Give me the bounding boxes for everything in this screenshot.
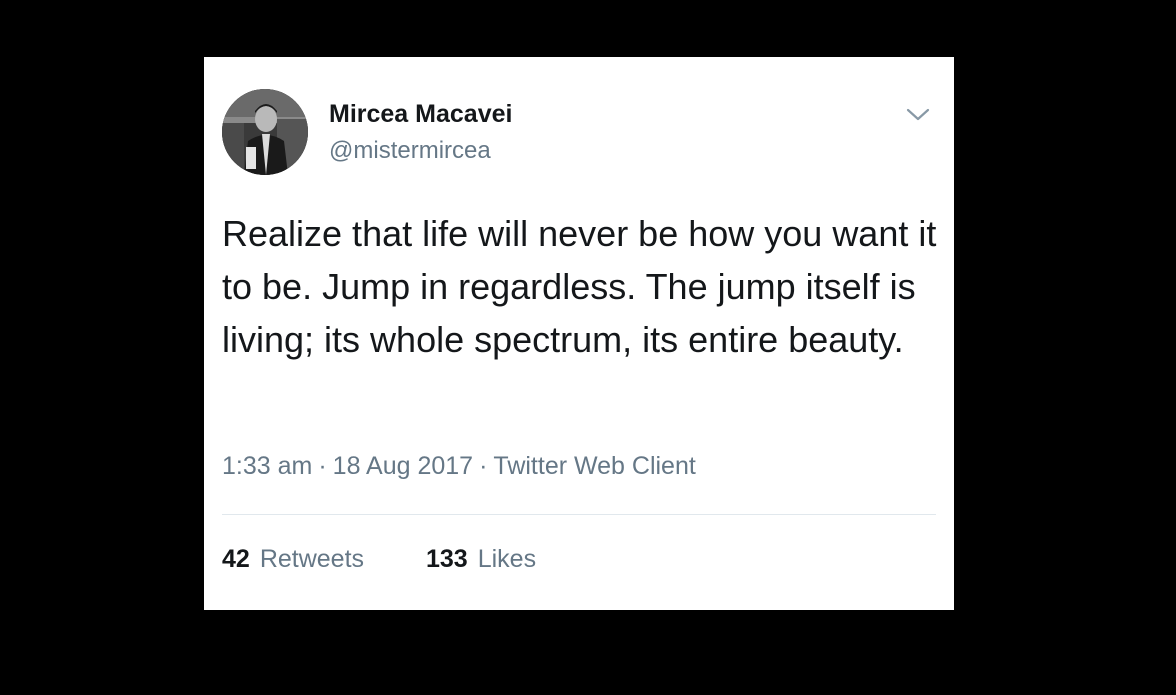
meta-separator: · bbox=[479, 452, 488, 480]
likes-label: Likes bbox=[477, 545, 537, 573]
retweets-label: Retweets bbox=[259, 545, 365, 573]
likes-stat[interactable]: 133 Likes bbox=[426, 545, 536, 574]
tweet-card: Mircea Macavei @mistermircea Realize tha… bbox=[204, 57, 954, 610]
tweet-time[interactable]: 1:33 am bbox=[222, 452, 312, 480]
tweet-metadata: 1:33 am · 18 Aug 2017 · Twitter Web Client bbox=[222, 452, 696, 481]
likes-count: 133 bbox=[425, 545, 468, 573]
avatar[interactable] bbox=[222, 89, 308, 175]
meta-separator: · bbox=[318, 452, 327, 480]
user-handle[interactable]: @mistermircea bbox=[329, 137, 491, 165]
retweets-stat[interactable]: 42 Retweets bbox=[222, 545, 364, 574]
avatar-photo bbox=[222, 89, 308, 175]
tweet-text: Realize that life will never be how you … bbox=[222, 213, 937, 360]
display-name[interactable]: Mircea Macavei bbox=[329, 100, 512, 129]
divider bbox=[222, 514, 936, 515]
tweet-source[interactable]: Twitter Web Client bbox=[493, 452, 695, 480]
retweets-count: 42 bbox=[222, 545, 250, 573]
tweet-date[interactable]: 18 Aug 2017 bbox=[333, 452, 473, 480]
chevron-down-icon[interactable] bbox=[904, 102, 932, 126]
tweet-stats: 42 Retweets 133 Likes bbox=[222, 545, 536, 574]
